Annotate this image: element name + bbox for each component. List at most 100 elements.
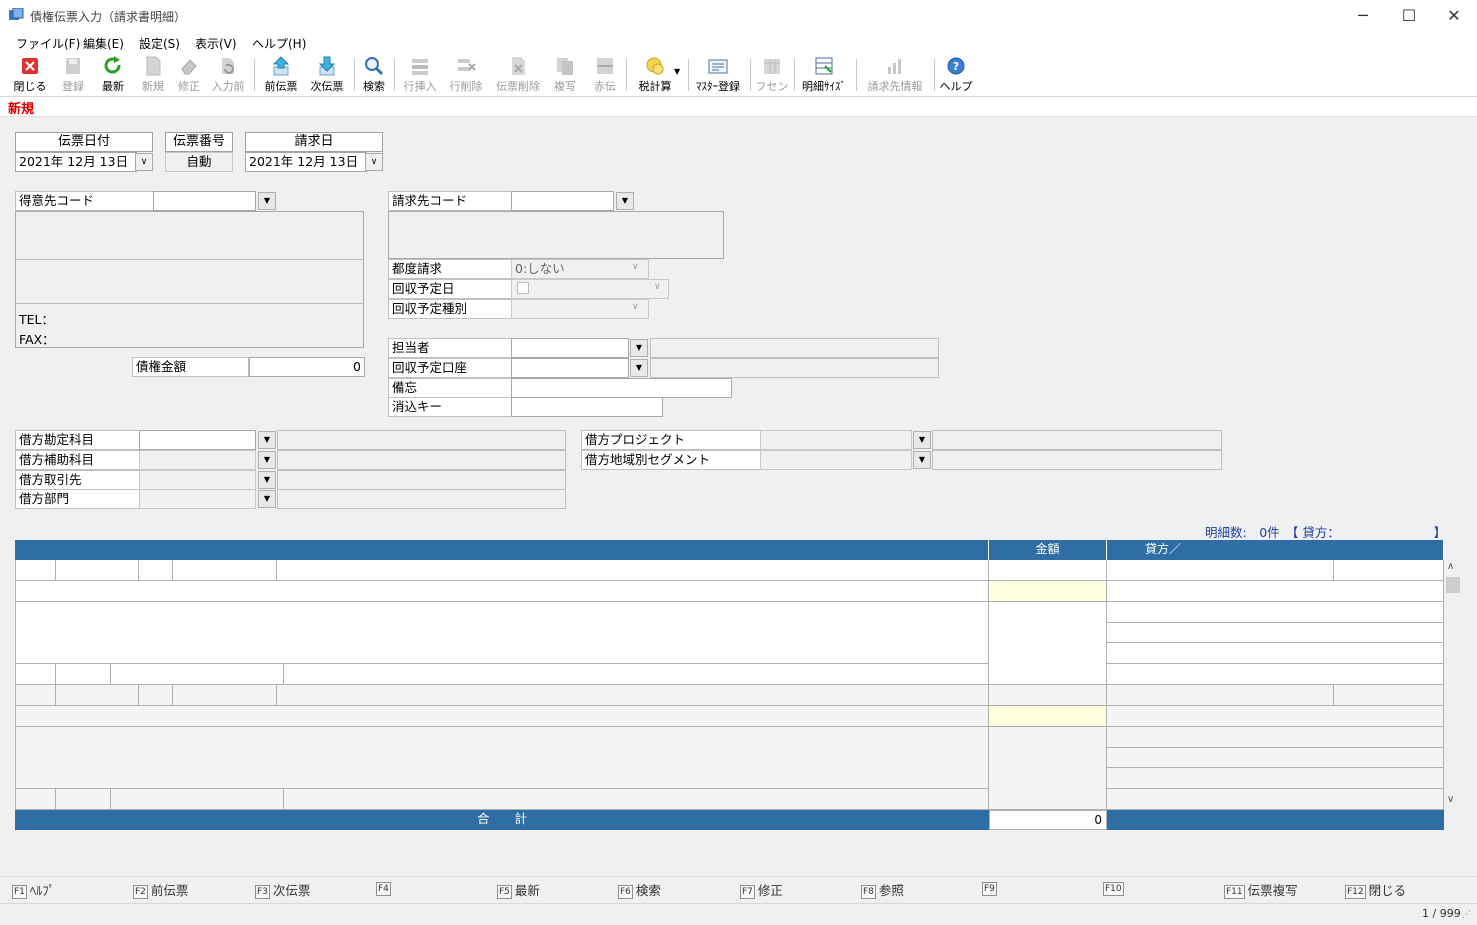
grid-cell[interactable] [284,664,989,685]
collect-account-input[interactable] [511,358,629,378]
debit-segment-input[interactable] [760,450,912,470]
grid-cell[interactable] [56,560,139,581]
grid-cell[interactable] [56,664,111,685]
debit-partner-dropdown[interactable]: ▼ [258,471,276,489]
slip-date-input[interactable]: 2021年 12月 13日 [15,152,137,172]
close-button[interactable]: 閉じる [12,55,48,95]
grid-cell[interactable] [1107,727,1444,748]
grid-scrollbar[interactable] [1444,560,1462,810]
customer-code-input[interactable] [153,191,256,211]
resize-grip-icon[interactable]: ⋰ [1462,910,1471,920]
grid-cell[interactable] [15,789,56,810]
help-button[interactable]: ? ヘルプ [938,55,974,95]
debit-account-input[interactable] [139,430,256,450]
menu-help[interactable]: ヘルプ(H) [252,35,306,52]
memo-input[interactable] [511,378,732,398]
delete-slip-button[interactable]: 伝票削除 [492,55,544,95]
collect-account-dropdown[interactable]: ▼ [630,359,648,377]
grid-cell[interactable] [15,706,989,727]
billing-code-dropdown[interactable]: ▼ [616,192,634,210]
grid-cell[interactable] [56,685,139,706]
each-billing-select[interactable]: 0:しない [511,259,649,279]
debit-dept-dropdown[interactable]: ▼ [258,490,276,508]
next-slip-button[interactable]: 次伝票 [306,55,348,95]
tax-calc-button[interactable]: 税計算 [630,55,680,95]
minimize-button[interactable]: ─ [1340,0,1386,31]
grid-cell[interactable] [1107,768,1444,789]
scroll-down-icon[interactable]: ∨ [1447,794,1454,805]
scroll-up-icon[interactable]: ∧ [1447,561,1454,572]
collect-date-input[interactable] [511,279,669,299]
grid-cell[interactable] [139,685,173,706]
debit-account-dropdown[interactable]: ▼ [258,431,276,449]
fkey-f4[interactable]: F4 [376,880,394,896]
debit-partner-input[interactable] [139,470,256,490]
debit-segment-dropdown[interactable]: ▼ [913,451,931,469]
master-register-button[interactable]: ﾏｽﾀｰ登録 [692,55,744,95]
menu-settings[interactable]: 設定(S) [139,35,180,52]
collect-type-select[interactable] [511,299,649,319]
receivable-amount-input[interactable]: 0 [249,357,365,377]
fkey-f5[interactable]: F5 最新 [497,880,540,899]
insert-row-button[interactable]: 行挿入 [400,55,440,95]
fkey-f7[interactable]: F7 修正 [740,880,783,899]
red-slip-button[interactable]: 赤伝 [588,55,622,95]
grid-cell[interactable] [15,560,56,581]
grid-cell[interactable] [1107,643,1444,664]
grid-cell-amount[interactable] [989,581,1107,602]
before-input-button[interactable]: 入力前 [208,55,248,95]
grid-cell[interactable] [1334,685,1444,706]
debit-project-dropdown[interactable]: ▼ [913,431,931,449]
grid-cell[interactable] [173,560,277,581]
fkey-f8[interactable]: F8 参照 [861,880,904,899]
staff-dropdown[interactable]: ▼ [630,339,648,357]
debit-project-input[interactable] [760,430,912,450]
grid-cell[interactable] [139,560,173,581]
grid-cell[interactable] [111,664,284,685]
grid-cell[interactable] [1107,706,1444,727]
billing-info-button[interactable]: 請求先情報 [862,55,928,95]
sticky-note-button[interactable]: フセン [754,55,790,95]
menu-edit[interactable]: 編集(E) [83,35,124,52]
grid-cell[interactable] [1107,602,1444,623]
search-button[interactable]: 検索 [358,55,390,95]
grid-cell[interactable] [15,664,56,685]
register-button[interactable]: 登録 [56,55,90,95]
grid-cell[interactable] [1107,560,1334,581]
grid-cell[interactable] [1107,685,1334,706]
grid-cell[interactable] [989,560,1107,581]
grid-cell[interactable] [989,685,1107,706]
fkey-f11[interactable]: F11 伝票複写 [1224,880,1298,899]
grid-cell[interactable] [15,727,989,789]
fkey-f10[interactable]: F10 [1103,880,1127,896]
new-button[interactable]: 新規 [136,55,170,95]
grid-cell[interactable] [1107,623,1444,643]
grid-cell-amount[interactable] [989,706,1107,727]
grid-cell[interactable] [1107,789,1444,810]
debit-sub-account-dropdown[interactable]: ▼ [258,451,276,469]
fkey-f9[interactable]: F9 [982,880,1000,896]
grid-cell[interactable] [1107,581,1444,602]
debit-sub-account-input[interactable] [139,450,256,470]
billing-date-input[interactable]: 2021年 12月 13日 [245,152,367,172]
grid-cell[interactable] [15,602,989,664]
delete-row-button[interactable]: 行削除 [446,55,486,95]
clear-key-input[interactable] [511,397,663,417]
prev-slip-button[interactable]: 前伝票 [260,55,302,95]
detail-size-button[interactable]: 明細ｻｲｽﾞ [798,55,850,95]
grid-cell[interactable] [56,789,111,810]
grid-cell[interactable] [15,685,56,706]
grid-cell[interactable] [277,560,989,581]
grid-cell[interactable] [1107,748,1444,768]
grid-cell[interactable] [989,727,1107,810]
refresh-button[interactable]: 最新 [96,55,130,95]
grid-cell[interactable] [1334,560,1444,581]
close-window-button[interactable]: ✕ [1431,0,1477,31]
modify-button[interactable]: 修正 [172,55,206,95]
grid-cell[interactable] [15,581,989,602]
grid-cell[interactable] [111,789,284,810]
debit-dept-input[interactable] [139,489,256,509]
fkey-f1[interactable]: F1 ﾍﾙﾌﾟ [12,880,55,899]
menu-file[interactable]: ファイル(F) [16,35,80,52]
customer-code-dropdown[interactable]: ▼ [258,192,276,210]
